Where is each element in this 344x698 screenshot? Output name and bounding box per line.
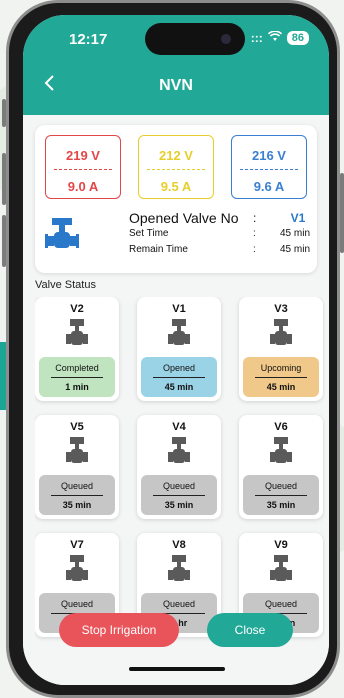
valve-name: V3 xyxy=(274,303,288,315)
volume-up-button xyxy=(2,153,6,205)
valve-icon xyxy=(66,317,88,356)
valve-status: Queued xyxy=(264,481,298,491)
valve-status: Queued xyxy=(162,599,196,609)
app-screen: 12:17 ::: 86 NVN 219 V 9.0 A 212 V 9.5 A… xyxy=(23,15,329,685)
valve-name: V6 xyxy=(274,421,288,433)
power-button xyxy=(340,173,344,253)
valve-time: 1 min xyxy=(65,382,89,392)
valve-icon xyxy=(270,317,292,356)
phase-current: 9.0 A xyxy=(67,179,99,194)
phone-frame: 12:17 ::: 86 NVN 219 V 9.0 A 212 V 9.5 A… xyxy=(2,0,344,698)
app-header: 12:17 ::: 86 NVN xyxy=(23,15,329,115)
valve-icon xyxy=(66,553,88,592)
main-content: 219 V 9.0 A 212 V 9.5 A 216 V 9.6 A Open… xyxy=(23,115,329,685)
valve-status: Queued xyxy=(60,599,94,609)
power-info-card: 219 V 9.0 A 212 V 9.5 A 216 V 9.6 A Open… xyxy=(35,125,317,273)
valve-icon xyxy=(168,435,190,474)
set-time-value: 45 min xyxy=(279,228,310,239)
valve-status-box: Queued 35 min xyxy=(243,475,319,515)
valve-card[interactable]: V2 Completed 1 min xyxy=(35,297,119,401)
phase-card-y: 212 V 9.5 A xyxy=(138,135,214,199)
page-title: NVN xyxy=(159,77,193,94)
stop-irrigation-button[interactable]: Stop Irrigation xyxy=(59,613,179,647)
mute-switch xyxy=(2,99,6,127)
valve-time: 45 min xyxy=(164,382,194,392)
remain-time-value: 45 min xyxy=(279,244,310,255)
valve-time: 35 min xyxy=(62,500,92,510)
valve-status: Queued xyxy=(60,481,94,491)
phase-voltage: 219 V xyxy=(66,148,100,163)
battery-indicator: 86 xyxy=(286,31,309,45)
valve-name: V7 xyxy=(70,539,84,551)
opened-valve-value: V1 xyxy=(290,211,306,225)
set-time-label: Set Time xyxy=(129,228,169,239)
status-icons: ::: 86 xyxy=(250,30,309,45)
phase-voltage: 212 V xyxy=(159,148,193,163)
valve-status-box: Upcoming 45 min xyxy=(243,357,319,397)
colon: : xyxy=(253,211,257,225)
valve-name: V1 xyxy=(172,303,186,315)
valve-card[interactable]: V1 Opened 45 min xyxy=(137,297,221,401)
valve-name: V4 xyxy=(172,421,186,433)
valve-status-box: Opened 45 min xyxy=(141,357,217,397)
valve-time: 35 min xyxy=(164,500,194,510)
home-indicator xyxy=(129,667,225,671)
phase-card-b: 216 V 9.6 A xyxy=(231,135,307,199)
valve-status: Opened xyxy=(162,363,196,373)
valve-card[interactable]: V4 Queued 35 min xyxy=(137,415,221,519)
valve-icon xyxy=(270,435,292,474)
valve-icon xyxy=(66,435,88,474)
valve-icon xyxy=(45,217,79,258)
volume-down-button xyxy=(2,215,6,267)
phase-voltage: 216 V xyxy=(252,148,286,163)
valve-status: Upcoming xyxy=(260,363,302,373)
valve-icon xyxy=(168,553,190,592)
valve-card[interactable]: V5 Queued 35 min xyxy=(35,415,119,519)
close-button[interactable]: Close xyxy=(207,613,293,647)
valve-status: Queued xyxy=(162,481,196,491)
remain-time-label: Remain Time xyxy=(129,244,188,255)
opened-valve-label: Opened Valve No xyxy=(129,210,239,226)
valve-card[interactable]: V3 Upcoming 45 min xyxy=(239,297,323,401)
valve-name: V8 xyxy=(172,539,186,551)
colon: : xyxy=(253,244,256,255)
valve-time: 45 min xyxy=(266,382,296,392)
valve-status: Queued xyxy=(264,599,298,609)
phase-card-r: 219 V 9.0 A xyxy=(45,135,121,199)
valve-name: V5 xyxy=(70,421,84,433)
valve-name: V2 xyxy=(70,303,84,315)
valve-time: 35 min xyxy=(266,500,296,510)
valve-icon xyxy=(270,553,292,592)
status-time: 12:17 xyxy=(69,31,108,48)
valve-icon xyxy=(168,317,190,356)
valve-status-box: Queued 35 min xyxy=(39,475,115,515)
signal-icon: ::: xyxy=(250,31,263,45)
valve-status: Completed xyxy=(55,363,99,373)
colon: : xyxy=(253,228,256,239)
phase-current: 9.6 A xyxy=(253,179,285,194)
valve-name: V9 xyxy=(274,539,288,551)
valve-status-box: Queued 35 min xyxy=(141,475,217,515)
dynamic-island xyxy=(145,23,245,55)
valve-status-box: Completed 1 min xyxy=(39,357,115,397)
phase-current: 9.5 A xyxy=(160,179,192,194)
wifi-icon xyxy=(267,30,282,45)
valve-card[interactable]: V6 Queued 35 min xyxy=(239,415,323,519)
section-title: Valve Status xyxy=(35,279,96,291)
